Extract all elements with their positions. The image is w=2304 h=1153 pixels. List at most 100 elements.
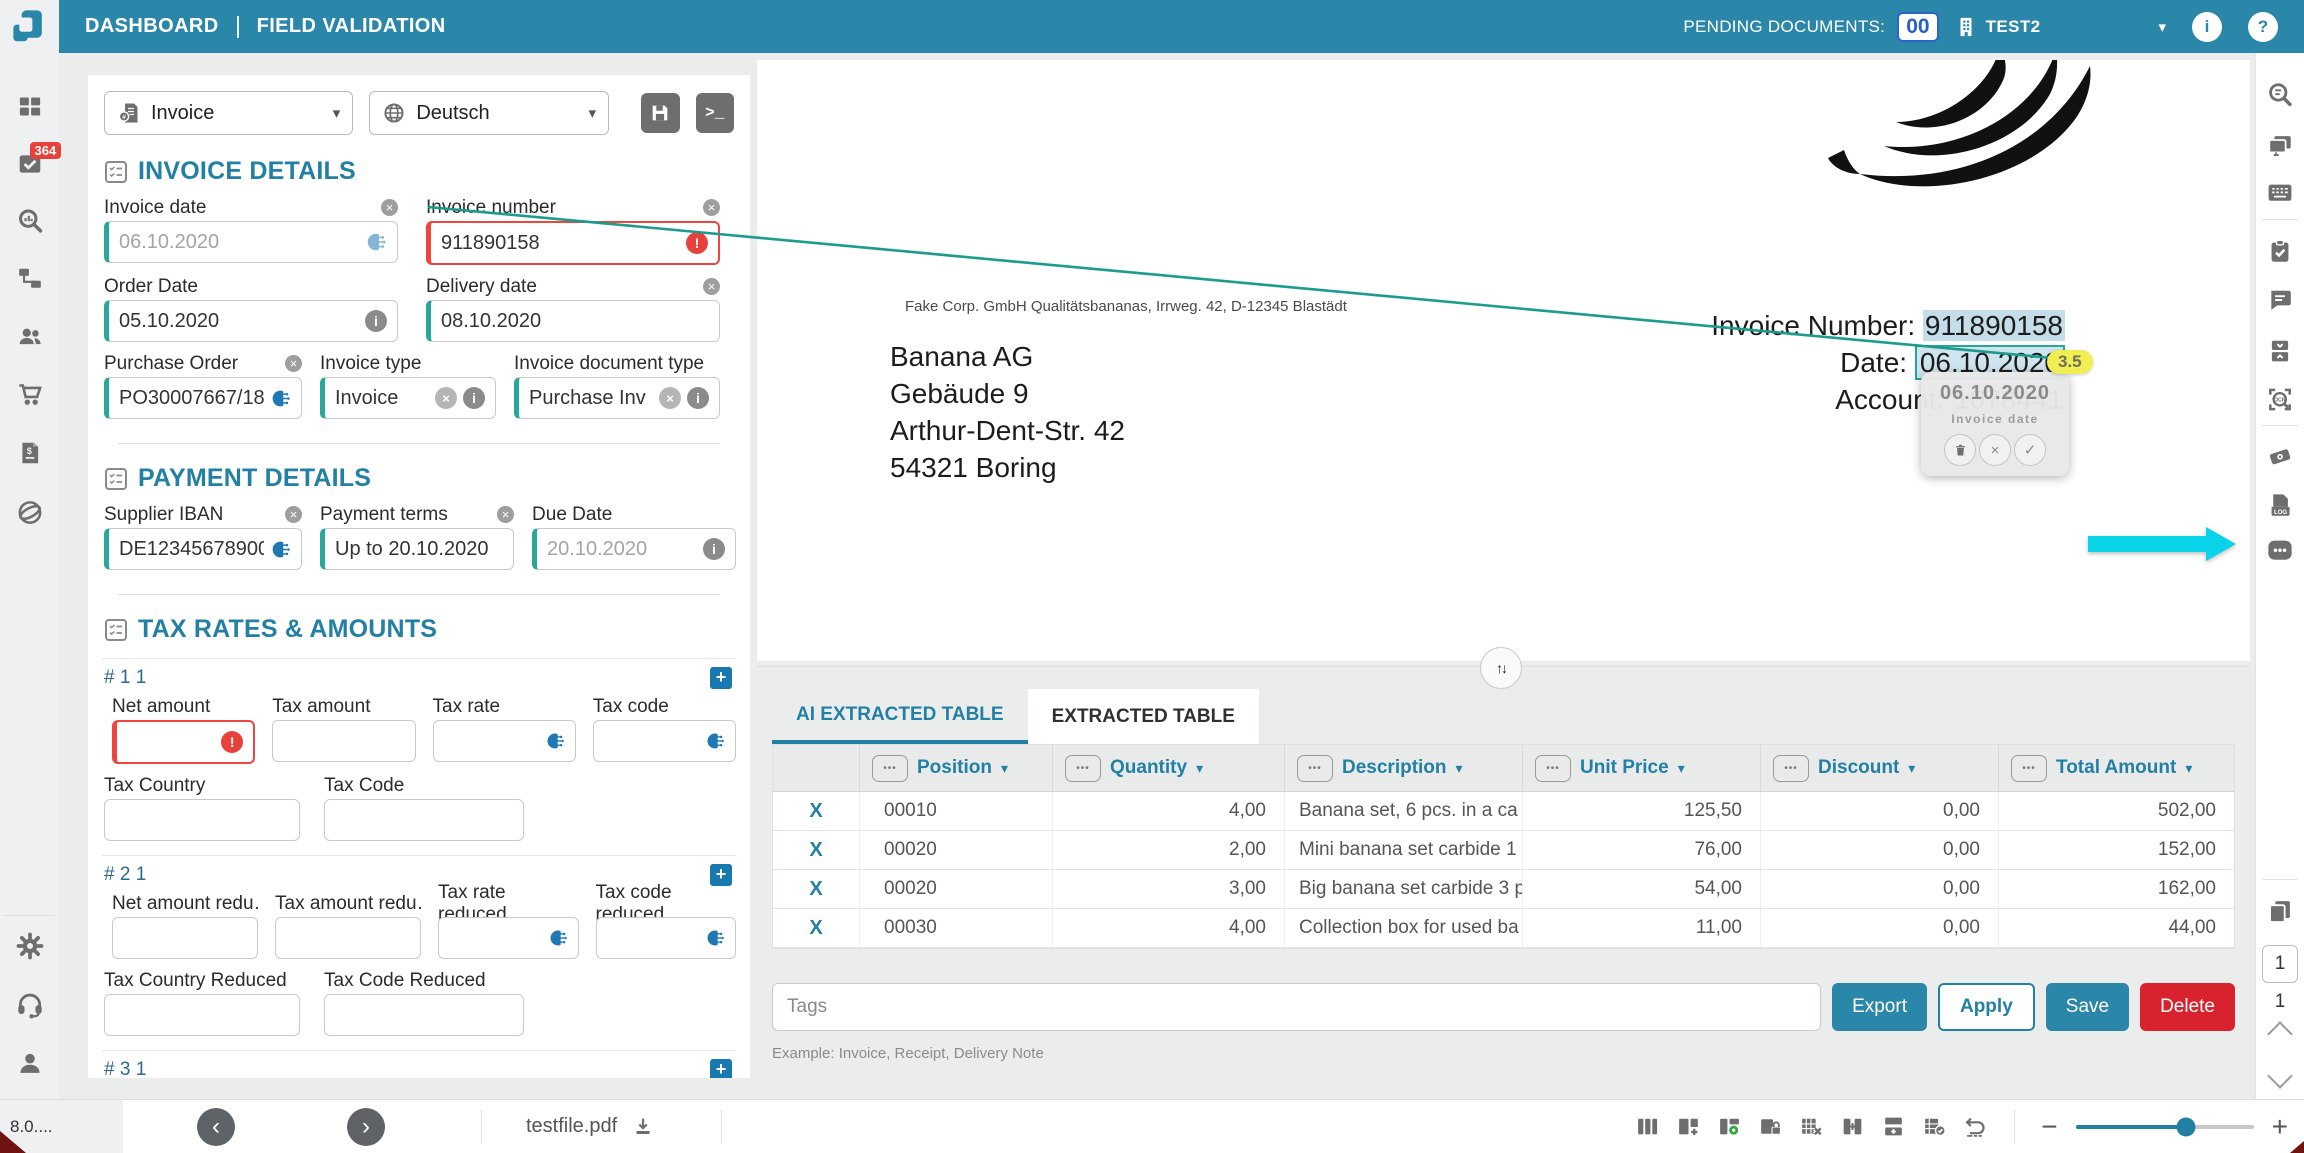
apply-button[interactable]: Apply xyxy=(1937,983,2035,1031)
page-down-button[interactable] xyxy=(2267,1063,2293,1089)
screens-icon[interactable] xyxy=(2266,131,2294,158)
ticket-settings-icon[interactable] xyxy=(2266,443,2295,470)
clear-field-icon[interactable]: × xyxy=(381,199,398,216)
error-icon[interactable]: ! xyxy=(221,731,244,753)
invoice-type-select[interactable]: Invoice × i xyxy=(320,377,496,419)
column-grip-icon[interactable]: ••• xyxy=(872,754,908,782)
table-columns-icon[interactable] xyxy=(1635,1114,1660,1139)
tooltip-delete-button[interactable] xyxy=(1944,434,1976,466)
tax-code-input[interactable] xyxy=(592,720,736,762)
column-unit-price[interactable]: ••• Unit Price ▾ xyxy=(1522,745,1760,791)
language-select[interactable]: Deutsch ▾ xyxy=(369,91,609,135)
add-tax-row-button[interactable]: + xyxy=(710,1059,732,1078)
column-description[interactable]: ••• Description ▾ xyxy=(1284,745,1522,791)
export-button[interactable]: Export xyxy=(1832,983,1927,1031)
tax-rate-reduced-input[interactable] xyxy=(438,917,579,959)
delete-row-button[interactable]: X xyxy=(809,839,822,862)
pages-copy-icon[interactable] xyxy=(2266,897,2294,925)
undo-table-icon[interactable] xyxy=(1963,1114,1988,1139)
delete-button[interactable]: Delete xyxy=(2140,983,2235,1031)
invoice-number-input[interactable]: 911890158 ! xyxy=(426,221,720,265)
search-analytics-icon[interactable] xyxy=(16,207,44,235)
collapse-document-icon[interactable] xyxy=(2267,337,2293,365)
order-date-input[interactable]: 05.10.2020 i xyxy=(104,300,398,342)
download-file-button[interactable] xyxy=(631,1115,655,1139)
column-caret-icon[interactable]: ▾ xyxy=(1678,760,1685,777)
dashboard-grid-icon[interactable] xyxy=(16,93,43,120)
more-options-button[interactable] xyxy=(2265,537,2295,564)
column-discount[interactable]: ••• Discount ▾ xyxy=(1760,745,1998,791)
column-grip-icon[interactable]: ••• xyxy=(1065,754,1101,782)
terminal-button[interactable]: >_ xyxy=(695,93,734,133)
info-icon[interactable]: i xyxy=(687,387,709,409)
tab-ai-extracted-table[interactable]: AI EXTRACTED TABLE xyxy=(772,689,1028,744)
app-logo[interactable] xyxy=(0,0,59,53)
column-total-amount[interactable]: ••• Total Amount ▾ xyxy=(1998,745,2234,791)
users-icon[interactable] xyxy=(15,323,45,349)
tax-code-reduced2-input[interactable] xyxy=(324,994,524,1036)
zoom-in-button[interactable]: + xyxy=(2272,1111,2288,1143)
tenant-caret-icon[interactable]: ▾ xyxy=(2158,18,2166,36)
save-button[interactable]: Save xyxy=(2045,983,2130,1031)
clear-select-icon[interactable]: × xyxy=(659,387,681,409)
tax-rate-input[interactable] xyxy=(432,720,576,762)
zoom-slider[interactable] xyxy=(2075,1117,2254,1136)
tenant-selector[interactable]: TEST2 xyxy=(1955,15,2041,39)
error-icon[interactable]: ! xyxy=(686,232,708,254)
tax-amount-input[interactable] xyxy=(272,720,416,762)
net-amount-input[interactable]: ! xyxy=(112,720,256,764)
tooltip-confirm-button[interactable]: ✓ xyxy=(2014,434,2046,466)
doc-invoice-number-highlight[interactable]: 911890158 xyxy=(1922,310,2065,341)
column-caret-icon[interactable]: ▾ xyxy=(1001,760,1008,777)
page-up-button[interactable] xyxy=(2267,1021,2293,1047)
validate-table-icon[interactable] xyxy=(1922,1114,1947,1139)
column-caret-icon[interactable]: ▾ xyxy=(1196,760,1203,777)
support-headset-icon[interactable] xyxy=(15,990,44,1019)
clear-select-icon[interactable]: × xyxy=(435,387,457,409)
clear-field-icon[interactable]: × xyxy=(703,278,720,295)
delete-row-button[interactable]: X xyxy=(809,917,822,940)
column-grip-icon[interactable]: ••• xyxy=(1773,754,1809,782)
column-grip-icon[interactable]: ••• xyxy=(2011,754,2047,782)
insert-column-icon[interactable] xyxy=(1840,1114,1865,1139)
delivery-date-input[interactable]: 08.10.2020 xyxy=(426,300,720,342)
clipboard-check-icon[interactable] xyxy=(2267,237,2294,265)
delete-table-icon[interactable] xyxy=(1799,1114,1824,1139)
tax-code-reduced-input[interactable] xyxy=(595,917,736,959)
clear-field-icon[interactable]: × xyxy=(497,506,515,523)
clear-field-icon[interactable]: × xyxy=(285,355,302,372)
clear-field-icon[interactable]: × xyxy=(285,506,302,523)
keyboard-icon[interactable] xyxy=(2266,181,2295,205)
cart-icon[interactable] xyxy=(15,381,44,408)
invoice-document-type-select[interactable]: Purchase Inv × i xyxy=(514,377,720,419)
log-document-icon[interactable]: LOG xyxy=(2267,491,2294,519)
ocr-icon[interactable]: OCR xyxy=(2266,385,2295,414)
workflow-icon[interactable] xyxy=(16,265,44,291)
tooltip-reject-button[interactable]: × xyxy=(1979,434,2011,466)
column-grip-icon[interactable]: ••• xyxy=(1297,754,1333,782)
clear-field-icon[interactable]: × xyxy=(703,199,720,216)
column-caret-icon[interactable]: ▾ xyxy=(1908,760,1915,777)
purchase-order-input[interactable]: PO30007667/184 xyxy=(104,377,302,419)
column-caret-icon[interactable]: ▾ xyxy=(2185,760,2192,777)
info-icon[interactable]: i xyxy=(703,538,725,560)
help-button[interactable]: ? xyxy=(2248,11,2278,42)
tax-amount-reduced-input[interactable] xyxy=(275,917,421,959)
add-tax-row-button[interactable]: + xyxy=(710,667,732,689)
delete-row-button[interactable]: X xyxy=(809,878,822,901)
previous-document-button[interactable]: ‹ xyxy=(197,1107,235,1146)
user-profile-icon[interactable] xyxy=(16,1049,44,1077)
info-icon[interactable]: i xyxy=(365,310,387,332)
payment-terms-input[interactable]: Up to 20.10.2020 xyxy=(320,528,515,570)
tax-country-input[interactable] xyxy=(104,799,300,841)
zoom-slider-thumb[interactable] xyxy=(2176,1117,2196,1136)
zoom-out-button[interactable]: − xyxy=(2041,1111,2057,1143)
page-number-input[interactable]: 1 xyxy=(2262,945,2298,983)
invoice-document-icon[interactable]: $ xyxy=(17,439,43,467)
info-icon[interactable]: i xyxy=(463,387,485,409)
tab-extracted-table[interactable]: EXTRACTED TABLE xyxy=(1027,689,1259,744)
tasks-icon[interactable]: 364 xyxy=(16,142,62,177)
next-document-button[interactable]: › xyxy=(347,1107,385,1146)
lock-table-icon[interactable] xyxy=(1758,1114,1783,1139)
invoice-date-input[interactable]: 06.10.2020 xyxy=(104,221,398,263)
